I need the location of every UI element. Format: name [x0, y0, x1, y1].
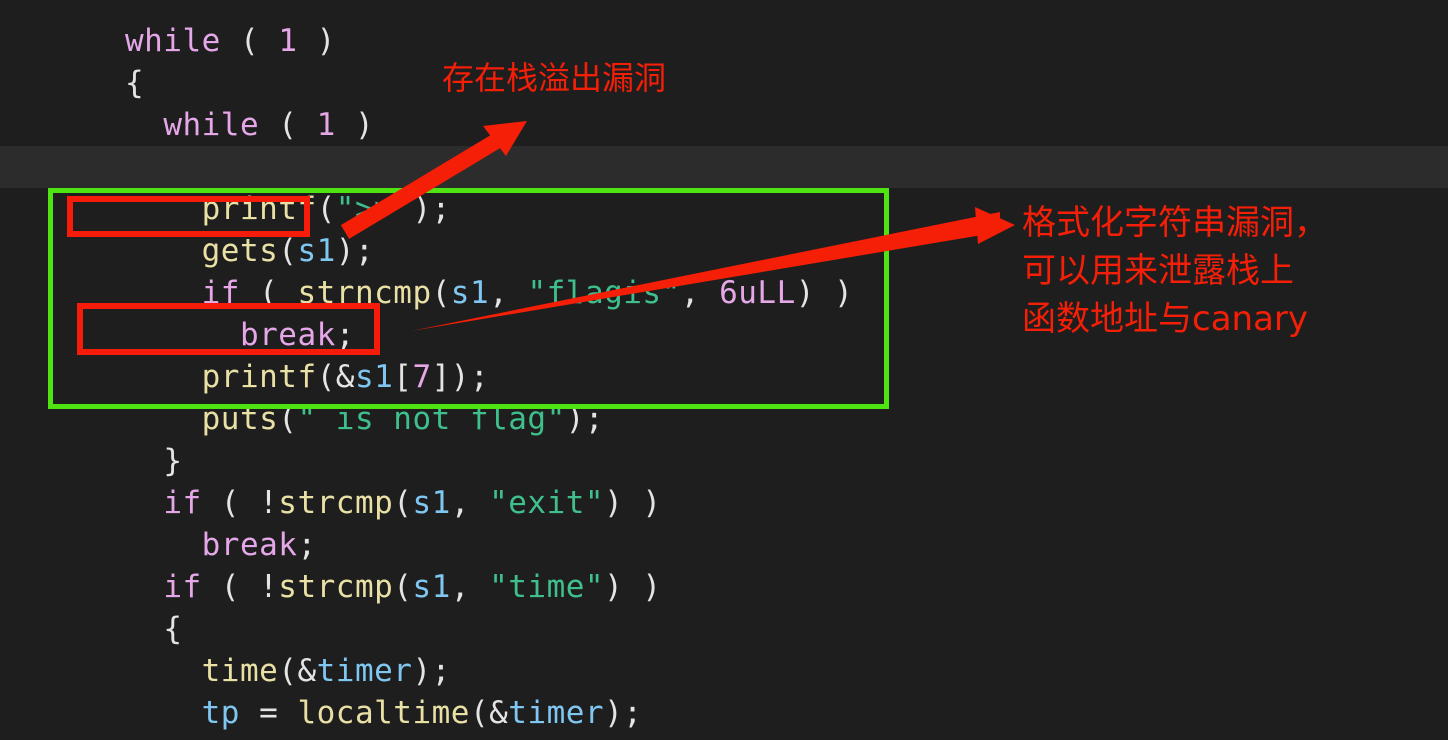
code-line: break;: [201, 527, 317, 563]
code-line: v0 = asctime(tp);: [0, 692, 1448, 740]
code-line: {: [163, 611, 183, 647]
code-line: if ( !strcmp(s1, "exit") ): [163, 485, 662, 521]
gets-call-highlight-box: [67, 196, 310, 237]
code-line: {: [0, 104, 1448, 185]
code-line: time(&timer);: [201, 653, 451, 689]
format-string-note-line-2: 可以用来泄露栈上: [1022, 251, 1294, 291]
stack-overflow-note: 存在栈溢出漏洞: [442, 59, 667, 97]
code-screenshot: while ( 1 ) { while ( 1 ) { printf(">>")…: [0, 0, 1448, 740]
printf-format-string-highlight-box: [77, 303, 380, 355]
code-line: while ( 1 ): [163, 107, 375, 143]
format-string-note-line-3: 函数地址与canary: [1022, 299, 1309, 339]
code-line: {: [124, 65, 145, 101]
code-line: tp = localtime(&timer);: [201, 695, 643, 731]
format-string-note-line-1: 格式化字符串漏洞，: [1022, 203, 1328, 243]
code-line-highlighted: printf(">>");: [0, 146, 1448, 227]
code-line: while ( 1 ): [124, 23, 336, 59]
code-line: if ( !strcmp(s1, "time") ): [163, 569, 662, 605]
